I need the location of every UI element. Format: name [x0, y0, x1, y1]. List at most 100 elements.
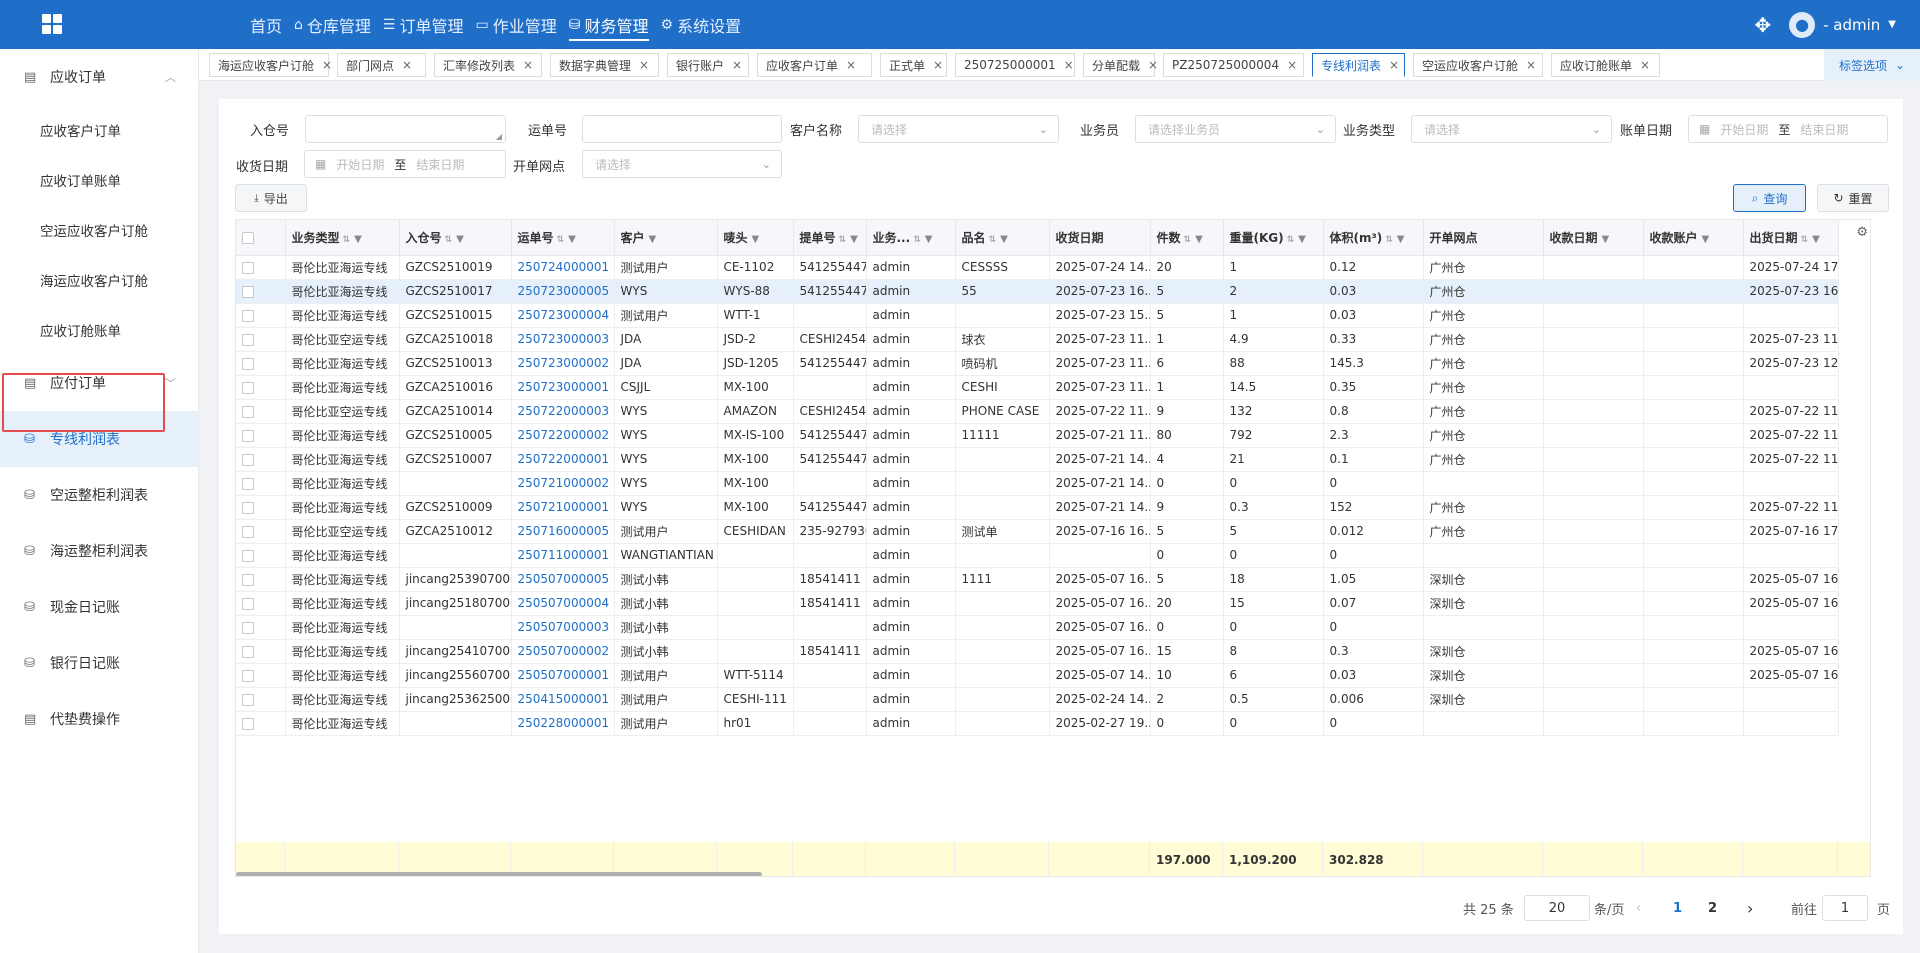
table-row[interactable]: 哥伦比亚海运专线 GZCA2510016 250723000001 CSJJL MX-1…: [236, 375, 1839, 400]
close-icon[interactable]: ×: [1064, 58, 1074, 72]
table-row[interactable]: 哥伦比亚海运专线jincang2536250001250415000001测试用…: [236, 687, 1839, 712]
next-page-icon[interactable]: ›: [1747, 895, 1753, 921]
row-checkbox[interactable]: [242, 405, 254, 418]
filter-icon[interactable]: ▼: [354, 234, 362, 245]
close-icon[interactable]: ×: [322, 58, 332, 72]
salesman-select[interactable]: 请选择业务员 ⌄: [1135, 115, 1336, 143]
prev-page-icon[interactable]: ‹: [1636, 895, 1641, 921]
bill-date-range[interactable]: ▦ 开始日期 至 结束日期: [1688, 115, 1888, 143]
waybill-link[interactable]: 250723000002: [511, 351, 615, 376]
waybill-link[interactable]: 250716000005: [511, 519, 615, 544]
table-row[interactable]: 哥伦比亚海运专线jincang254107000004250507000002测…: [236, 639, 1839, 664]
waybill-link[interactable]: 250722000003: [511, 399, 615, 424]
row-checkbox[interactable]: [242, 429, 254, 442]
sidebar-group[interactable]: ▤ 应收订单 ︿: [0, 49, 198, 105]
tab[interactable]: 部门网点 ×: [337, 53, 426, 77]
sort-icon[interactable]: ⇅: [557, 235, 565, 245]
sidebar-item[interactable]: 应收客户订单: [0, 105, 198, 155]
tab[interactable]: 银行账户 ×: [667, 53, 749, 77]
row-checkbox[interactable]: [242, 477, 254, 490]
column-header[interactable]: 提单号 ⇅ ▼: [793, 220, 867, 256]
sort-icon[interactable]: ⇅: [989, 235, 997, 245]
row-checkbox[interactable]: [242, 525, 254, 538]
page-2[interactable]: 2: [1708, 895, 1717, 921]
row-checkbox[interactable]: [242, 549, 254, 562]
column-header[interactable]: 业务类型 ⇅ ▼: [285, 220, 400, 256]
open-branch-select[interactable]: 请选择 ⌄: [582, 150, 782, 178]
sidebar-group[interactable]: ⛁ 专线利润表: [0, 411, 198, 467]
waybill-link[interactable]: 250722000002: [511, 423, 615, 448]
row-checkbox[interactable]: [242, 717, 254, 730]
table-row[interactable]: 哥伦比亚海运专线jincang253907000003250507000005测…: [236, 567, 1839, 592]
row-checkbox[interactable]: [242, 645, 254, 658]
tab[interactable]: 数据字典管理 ×: [550, 53, 659, 77]
table-row[interactable]: 哥伦比亚海运专线 GZCS2510015 250723000004 测试用户 WTT-1…: [236, 303, 1839, 328]
tab[interactable]: 空运应收客户订舱 ×: [1413, 53, 1543, 77]
sidebar-item[interactable]: 应收订舱账单: [0, 305, 198, 355]
close-icon[interactable]: ×: [1526, 58, 1536, 72]
filter-icon[interactable]: ▼: [1812, 234, 1820, 245]
customer-select[interactable]: 请选择 ⌄: [858, 115, 1059, 143]
sort-icon[interactable]: ⇅: [445, 235, 453, 245]
row-checkbox[interactable]: [242, 309, 254, 322]
tab[interactable]: PZ250725000004 ×: [1163, 53, 1304, 77]
row-checkbox[interactable]: [242, 357, 254, 370]
filter-icon[interactable]: ▼: [1298, 234, 1306, 245]
column-header[interactable]: 唛头 ▼: [717, 220, 794, 256]
top-nav-item[interactable]: ☰ 订单管理: [377, 0, 470, 49]
user-menu[interactable]: ● - admin ▼: [1789, 11, 1896, 38]
row-checkbox[interactable]: [242, 669, 254, 682]
row-checkbox[interactable]: [242, 573, 254, 586]
close-icon[interactable]: ×: [639, 58, 649, 72]
sidebar-group[interactable]: ⛁ 银行日记账: [0, 635, 198, 691]
table-row[interactable]: 哥伦比亚空运专线 GZCA2510018 250723000003 JDA JSD-2 C…: [236, 327, 1839, 352]
horizontal-scrollbar[interactable]: [236, 872, 762, 876]
column-header[interactable]: 运单号 ⇅ ▼: [511, 220, 615, 256]
sidebar-group[interactable]: ⛁ 海运整柜利润表: [0, 523, 198, 579]
select-all-checkbox[interactable]: [242, 231, 254, 244]
waybill-link[interactable]: 250721000002: [511, 471, 615, 496]
sort-icon[interactable]: ⇅: [1801, 235, 1809, 245]
waybill-link[interactable]: 250723000004: [511, 303, 615, 328]
sort-icon[interactable]: ⇅: [1385, 235, 1393, 245]
sidebar-item[interactable]: 空运应收客户订舱: [0, 205, 198, 255]
goto-page-input[interactable]: 1: [1822, 895, 1868, 921]
filter-icon[interactable]: ▼: [1195, 234, 1203, 245]
sidebar-item[interactable]: 应收订单账单: [0, 155, 198, 205]
top-nav-item[interactable]: ▭ 作业管理: [470, 0, 563, 49]
sort-icon[interactable]: ⇅: [1287, 235, 1295, 245]
row-checkbox[interactable]: [242, 381, 254, 394]
sidebar-group[interactable]: ⛁ 空运整柜利润表: [0, 467, 198, 523]
close-icon[interactable]: ×: [523, 58, 533, 72]
business-type-select[interactable]: 请选择 ⌄: [1411, 115, 1612, 143]
waybill-link[interactable]: 250507000002: [511, 639, 615, 664]
top-nav-item[interactable]: ⚙ 系统设置: [655, 0, 748, 49]
reset-button[interactable]: ↻ 重置: [1817, 184, 1889, 212]
row-checkbox[interactable]: [242, 597, 254, 610]
column-header[interactable]: 业务... ⇅ ▼: [866, 220, 956, 256]
table-row[interactable]: 哥伦比亚空运专线 GZCA2510012 250716000005 测试用户 CESHI…: [236, 519, 1839, 544]
export-button[interactable]: ⤓ 导出: [235, 184, 307, 212]
tab-options-button[interactable]: 标签选项 ⌄: [1824, 49, 1920, 81]
table-row[interactable]: 哥伦比亚海运专线 GZCS2510019 250724000001 测试用户 CE-11…: [236, 255, 1839, 280]
waybill-link[interactable]: 250723000005: [511, 279, 615, 304]
row-checkbox[interactable]: [242, 453, 254, 466]
tab[interactable]: 汇率修改列表 ×: [434, 53, 542, 77]
column-header[interactable]: 重量(KG) ⇅ ▼: [1223, 220, 1324, 256]
filter-icon[interactable]: ▼: [925, 234, 933, 245]
column-header[interactable]: 件数 ⇅ ▼: [1150, 220, 1224, 256]
sort-icon[interactable]: ⇅: [1184, 235, 1192, 245]
sidebar-group[interactable]: ▤ 代垫费操作: [0, 691, 198, 747]
tab[interactable]: 应收订舱账单 ×: [1551, 53, 1660, 77]
waybill-link[interactable]: 250507000001: [511, 663, 615, 688]
table-row[interactable]: 哥伦比亚海运专线 250711000001 WANGTIANTIAN admin 0 0 0: [236, 543, 1839, 568]
tab[interactable]: 正式单 ×: [880, 53, 947, 77]
top-nav-item[interactable]: ⛁ 财务管理: [563, 0, 655, 49]
sort-icon[interactable]: ⇅: [913, 235, 921, 245]
table-row[interactable]: 哥伦比亚空运专线 GZCA2510014 250722000003 WYS AMAZON…: [236, 399, 1839, 424]
waybill-link[interactable]: 250507000004: [511, 591, 615, 616]
tab[interactable]: 应收客户订单 ×: [757, 53, 872, 77]
filter-icon[interactable]: ▼: [1702, 234, 1710, 245]
page-size-select[interactable]: 20: [1524, 895, 1590, 921]
table-row[interactable]: 哥伦比亚海运专线 250721000002 WYS MX-100 admin 2025-0…: [236, 471, 1839, 496]
